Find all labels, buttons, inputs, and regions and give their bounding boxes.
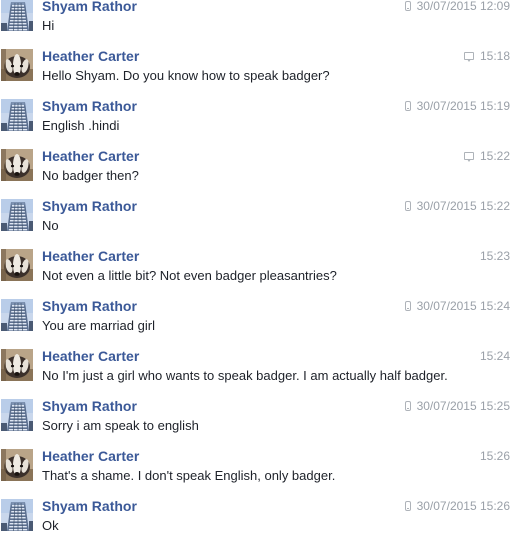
chat-icon bbox=[463, 51, 474, 62]
building-avatar[interactable] bbox=[1, 299, 33, 331]
chat-icon bbox=[463, 151, 474, 162]
message-thread: Shyam Rathor 30/07/2015 12:09 Hi Heather… bbox=[0, 0, 510, 543]
message-timestamp: 30/07/2015 12:09 bbox=[416, 0, 510, 13]
message-timestamp: 15:24 bbox=[479, 349, 510, 363]
message-meta: 30/07/2015 12:09 bbox=[404, 0, 510, 13]
message-row: Shyam Rathor 30/07/2015 15:22 No bbox=[0, 193, 510, 243]
message-meta: 30/07/2015 15:25 bbox=[404, 399, 510, 413]
message-row: Heather Carter 15:23 Not even a little b… bbox=[0, 243, 510, 293]
message-meta: 30/07/2015 15:24 bbox=[404, 299, 510, 313]
badger-avatar[interactable] bbox=[1, 449, 33, 481]
sender-name[interactable]: Heather Carter bbox=[42, 248, 139, 264]
message-meta: 30/07/2015 15:22 bbox=[404, 199, 510, 213]
message-text: No badger then? bbox=[42, 168, 139, 183]
mobile-icon bbox=[404, 401, 411, 411]
message-timestamp: 15:22 bbox=[479, 149, 510, 163]
message-meta: 30/07/2015 15:26 bbox=[404, 499, 510, 513]
message-text: You are marriad girl bbox=[42, 318, 155, 333]
message-timestamp: 30/07/2015 15:25 bbox=[416, 399, 510, 413]
message-row: Shyam Rathor 30/07/2015 15:26 Ok bbox=[0, 493, 510, 543]
mobile-icon bbox=[404, 201, 411, 211]
mobile-icon bbox=[404, 101, 411, 111]
message-row: Shyam Rathor 30/07/2015 15:25 Sorry i am… bbox=[0, 393, 510, 443]
message-timestamp: 30/07/2015 15:19 bbox=[416, 99, 510, 113]
message-text: That's a shame. I don't speak English, o… bbox=[42, 468, 336, 483]
message-timestamp: 30/07/2015 15:24 bbox=[416, 299, 510, 313]
building-avatar[interactable] bbox=[1, 0, 33, 31]
message-text: Hello Shyam. Do you know how to speak ba… bbox=[42, 68, 330, 83]
message-text: Not even a little bit? Not even badger p… bbox=[42, 268, 337, 283]
sender-name[interactable]: Shyam Rathor bbox=[42, 198, 137, 214]
message-timestamp: 15:23 bbox=[479, 249, 510, 263]
sender-name[interactable]: Heather Carter bbox=[42, 148, 139, 164]
message-row: Heather Carter 15:18 Hello Shyam. Do you… bbox=[0, 43, 510, 93]
sender-name[interactable]: Heather Carter bbox=[42, 48, 139, 64]
message-meta: 15:23 bbox=[480, 249, 510, 263]
badger-avatar[interactable] bbox=[1, 49, 33, 81]
message-meta: 15:18 bbox=[463, 49, 510, 63]
message-row: Heather Carter 15:26 That's a shame. I d… bbox=[0, 443, 510, 493]
mobile-icon bbox=[404, 301, 411, 311]
sender-name[interactable]: Shyam Rathor bbox=[42, 298, 137, 314]
message-text: Sorry i am speak to english bbox=[42, 418, 199, 433]
sender-name[interactable]: Shyam Rathor bbox=[42, 0, 137, 14]
message-meta: 15:24 bbox=[480, 349, 510, 363]
building-avatar[interactable] bbox=[1, 499, 33, 531]
mobile-icon bbox=[404, 501, 411, 511]
message-meta: 15:22 bbox=[463, 149, 510, 163]
message-text: No bbox=[42, 218, 59, 233]
building-avatar[interactable] bbox=[1, 399, 33, 431]
sender-name[interactable]: Heather Carter bbox=[42, 448, 139, 464]
badger-avatar[interactable] bbox=[1, 149, 33, 181]
message-row: Shyam Rathor 30/07/2015 12:09 Hi bbox=[0, 0, 510, 43]
message-text: English .hindi bbox=[42, 118, 120, 133]
sender-name[interactable]: Shyam Rathor bbox=[42, 98, 137, 114]
message-row: Shyam Rathor 30/07/2015 15:24 You are ma… bbox=[0, 293, 510, 343]
sender-name[interactable]: Shyam Rathor bbox=[42, 498, 137, 514]
mobile-icon bbox=[404, 1, 411, 11]
message-timestamp: 15:26 bbox=[479, 449, 510, 463]
badger-avatar[interactable] bbox=[1, 349, 33, 381]
message-timestamp: 15:18 bbox=[479, 49, 510, 63]
building-avatar[interactable] bbox=[1, 199, 33, 231]
message-text: Hi bbox=[42, 18, 55, 33]
message-text: No I'm just a girl who wants to speak ba… bbox=[42, 368, 448, 383]
sender-name[interactable]: Heather Carter bbox=[42, 348, 139, 364]
message-row: Heather Carter 15:22 No badger then? bbox=[0, 143, 510, 193]
sender-name[interactable]: Shyam Rathor bbox=[42, 398, 137, 414]
message-timestamp: 30/07/2015 15:22 bbox=[416, 199, 510, 213]
message-meta: 15:26 bbox=[480, 449, 510, 463]
message-meta: 30/07/2015 15:19 bbox=[404, 99, 510, 113]
message-row: Heather Carter 15:24 No I'm just a girl … bbox=[0, 343, 510, 393]
building-avatar[interactable] bbox=[1, 99, 33, 131]
message-row: Shyam Rathor 30/07/2015 15:19 English .h… bbox=[0, 93, 510, 143]
badger-avatar[interactable] bbox=[1, 249, 33, 281]
message-timestamp: 30/07/2015 15:26 bbox=[416, 499, 510, 513]
